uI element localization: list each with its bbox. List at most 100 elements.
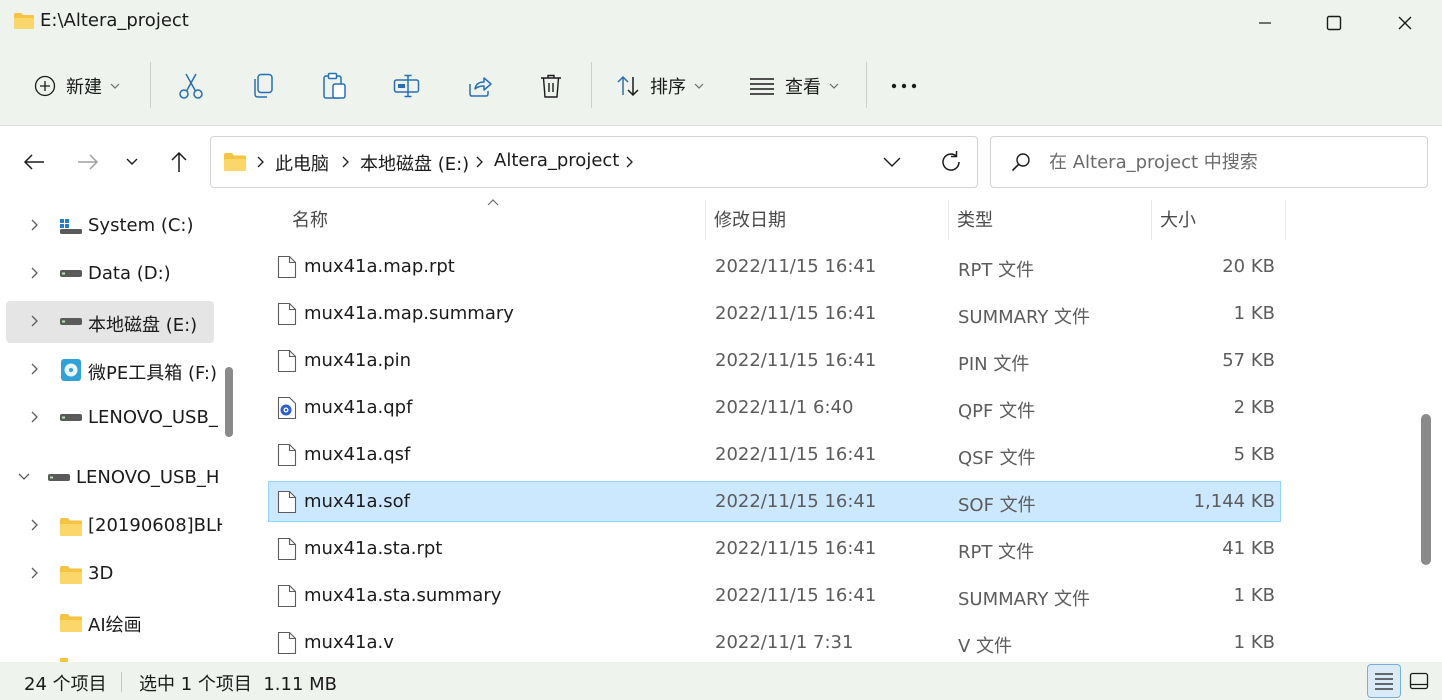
- file-row[interactable]: mux41a.map.rpt 2022/11/15 16:41 RPT 文件 20 K…: [268, 246, 1281, 287]
- toolbar-divider: [150, 62, 151, 108]
- share-icon: [469, 77, 492, 97]
- more-options-button[interactable]: [890, 46, 918, 126]
- maximize-button[interactable]: [1299, 0, 1369, 46]
- view-button-label: 查看: [785, 77, 821, 98]
- file-name: mux41a.v: [304, 632, 394, 653]
- recent-locations-button[interactable]: [114, 144, 150, 180]
- command-bar: 新建 排序 查看: [0, 46, 1442, 126]
- folder-icon: [60, 614, 82, 632]
- chevron-right-icon[interactable]: [31, 519, 39, 531]
- chevron-down-icon: [694, 83, 704, 89]
- preview-view-icon: [1409, 672, 1429, 690]
- details-view-button[interactable]: [1367, 664, 1401, 698]
- file-row[interactable]: mux41a.pin 2022/11/15 16:41 PIN 文件 57 KB: [268, 340, 1281, 381]
- column-header-size[interactable]: 大小: [1160, 206, 1196, 232]
- chevron-right-icon[interactable]: [31, 219, 39, 231]
- sort-button[interactable]: 排序: [616, 46, 704, 126]
- search-input[interactable]: [1049, 149, 1409, 175]
- sidebar-item-local-disk-e[interactable]: 本地磁盘 (E:): [6, 301, 214, 343]
- file-row[interactable]: mux41a.qsf 2022/11/15 16:41 QSF 文件 5 KB: [268, 434, 1281, 475]
- sidebar-item-wepe-f[interactable]: 微PE工具箱 (F:): [6, 349, 217, 391]
- file-icon: [277, 537, 297, 561]
- up-button[interactable]: [161, 144, 197, 180]
- chevron-right-icon: [257, 156, 264, 168]
- file-type: SOF 文件: [958, 495, 1036, 516]
- quartus-project-icon: [277, 396, 297, 420]
- file-icon: [277, 584, 297, 608]
- chevron-down-icon[interactable]: [18, 473, 30, 481]
- file-row[interactable]: mux41a.sof 2022/11/15 16:41 SOF 文件 1,144 KB: [268, 481, 1281, 522]
- disc-drive-icon: [61, 359, 81, 381]
- sidebar-item-folder-blh[interactable]: [20190608]BLH: [6, 505, 230, 547]
- sidebar-item-lenovo-usb-1[interactable]: LENOVO_USB_: [6, 397, 218, 439]
- column-divider[interactable]: [948, 200, 949, 240]
- file-row[interactable]: mux41a.sta.rpt 2022/11/15 16:41 RPT 文件 41 K…: [268, 528, 1281, 569]
- breadcrumb-this-pc[interactable]: 此电脑: [275, 150, 329, 176]
- sidebar-item-folder-ai[interactable]: AI绘画: [6, 601, 214, 643]
- column-divider[interactable]: [1285, 200, 1286, 240]
- forward-button[interactable]: [70, 144, 106, 180]
- back-button[interactable]: [16, 144, 52, 180]
- chevron-right-icon[interactable]: [31, 363, 39, 375]
- paste-icon: [323, 72, 346, 99]
- file-row[interactable]: mux41a.sta.summary 2022/11/15 16:41 SUMMAR…: [268, 575, 1281, 616]
- maximize-icon: [1326, 15, 1342, 31]
- address-history-dropdown[interactable]: [883, 153, 901, 171]
- chevron-down-icon: [829, 83, 839, 89]
- breadcrumb-altera-project[interactable]: Altera_project: [494, 150, 619, 171]
- chevron-down-icon: [110, 83, 120, 89]
- drive-icon: [60, 318, 82, 325]
- breadcrumb-local-disk[interactable]: 本地磁盘 (E:): [360, 150, 469, 176]
- sidebar-item-label: [20190608]BLH: [88, 515, 230, 536]
- cut-button[interactable]: [178, 46, 204, 126]
- list-view-icon: [750, 78, 774, 95]
- more-icon: [891, 83, 917, 89]
- large-icons-view-button[interactable]: [1402, 664, 1436, 698]
- toolbar-divider: [591, 62, 592, 108]
- refresh-icon[interactable]: [939, 150, 963, 174]
- usb-drive-icon: [48, 474, 70, 481]
- file-row[interactable]: mux41a.qpf 2022/11/1 6:40 QPF 文件 2 KB: [268, 387, 1281, 428]
- status-divider: [121, 672, 122, 692]
- chevron-right-icon[interactable]: [31, 411, 39, 423]
- close-button[interactable]: [1370, 0, 1440, 46]
- sidebar-item-lenovo-usb-2[interactable]: LENOVO_USB_H: [6, 457, 219, 499]
- rename-button[interactable]: [393, 46, 421, 126]
- file-size: 1 KB: [1233, 303, 1275, 324]
- chevron-right-icon: [476, 156, 483, 168]
- file-size: 1,144 KB: [1193, 491, 1275, 512]
- address-bar[interactable]: 此电脑 本地磁盘 (E:) Altera_project: [210, 136, 978, 188]
- chevron-right-icon[interactable]: [31, 267, 39, 279]
- sidebar-item-folder-3d[interactable]: 3D: [6, 553, 214, 595]
- column-header-modified[interactable]: 修改日期: [714, 206, 786, 232]
- minimize-button[interactable]: [1230, 0, 1300, 46]
- sidebar-scroll-thumb[interactable]: [225, 367, 233, 437]
- sidebar-item-system-c[interactable]: System (C:): [6, 205, 214, 247]
- chevron-right-icon[interactable]: [31, 315, 39, 327]
- file-row[interactable]: mux41a.v 2022/11/1 7:31 V 文件 1 KB: [268, 622, 1281, 662]
- file-name: mux41a.qsf: [304, 444, 411, 465]
- arrow-left-icon: [23, 154, 44, 170]
- copy-button[interactable]: [252, 46, 274, 126]
- new-button[interactable]: 新建: [34, 46, 120, 126]
- view-button[interactable]: 查看: [749, 46, 839, 126]
- file-row[interactable]: mux41a.map.summary 2022/11/15 16:41 SUMMAR…: [268, 293, 1281, 334]
- column-divider[interactable]: [705, 200, 706, 240]
- file-list-scroll-thumb[interactable]: [1421, 414, 1431, 565]
- chevron-right-icon[interactable]: [31, 567, 39, 579]
- column-divider[interactable]: [1151, 200, 1152, 240]
- delete-button[interactable]: [539, 46, 563, 126]
- file-size: 20 KB: [1222, 256, 1275, 277]
- column-header-name[interactable]: 名称: [292, 206, 328, 232]
- navigation-pane: System (C:) Data (D:) 本地磁盘 (E:) 微PE工具箱 (…: [0, 198, 230, 662]
- paste-button[interactable]: [322, 46, 348, 126]
- share-button[interactable]: [467, 46, 493, 126]
- file-size: 57 KB: [1222, 350, 1275, 371]
- folder-icon: [224, 153, 246, 171]
- column-header-type[interactable]: 类型: [957, 206, 993, 232]
- search-box[interactable]: [990, 136, 1428, 188]
- sidebar-item-data-d[interactable]: Data (D:): [6, 253, 214, 295]
- file-size: 1 KB: [1233, 632, 1275, 653]
- file-type: RPT 文件: [958, 542, 1035, 563]
- file-size: 2 KB: [1233, 397, 1275, 418]
